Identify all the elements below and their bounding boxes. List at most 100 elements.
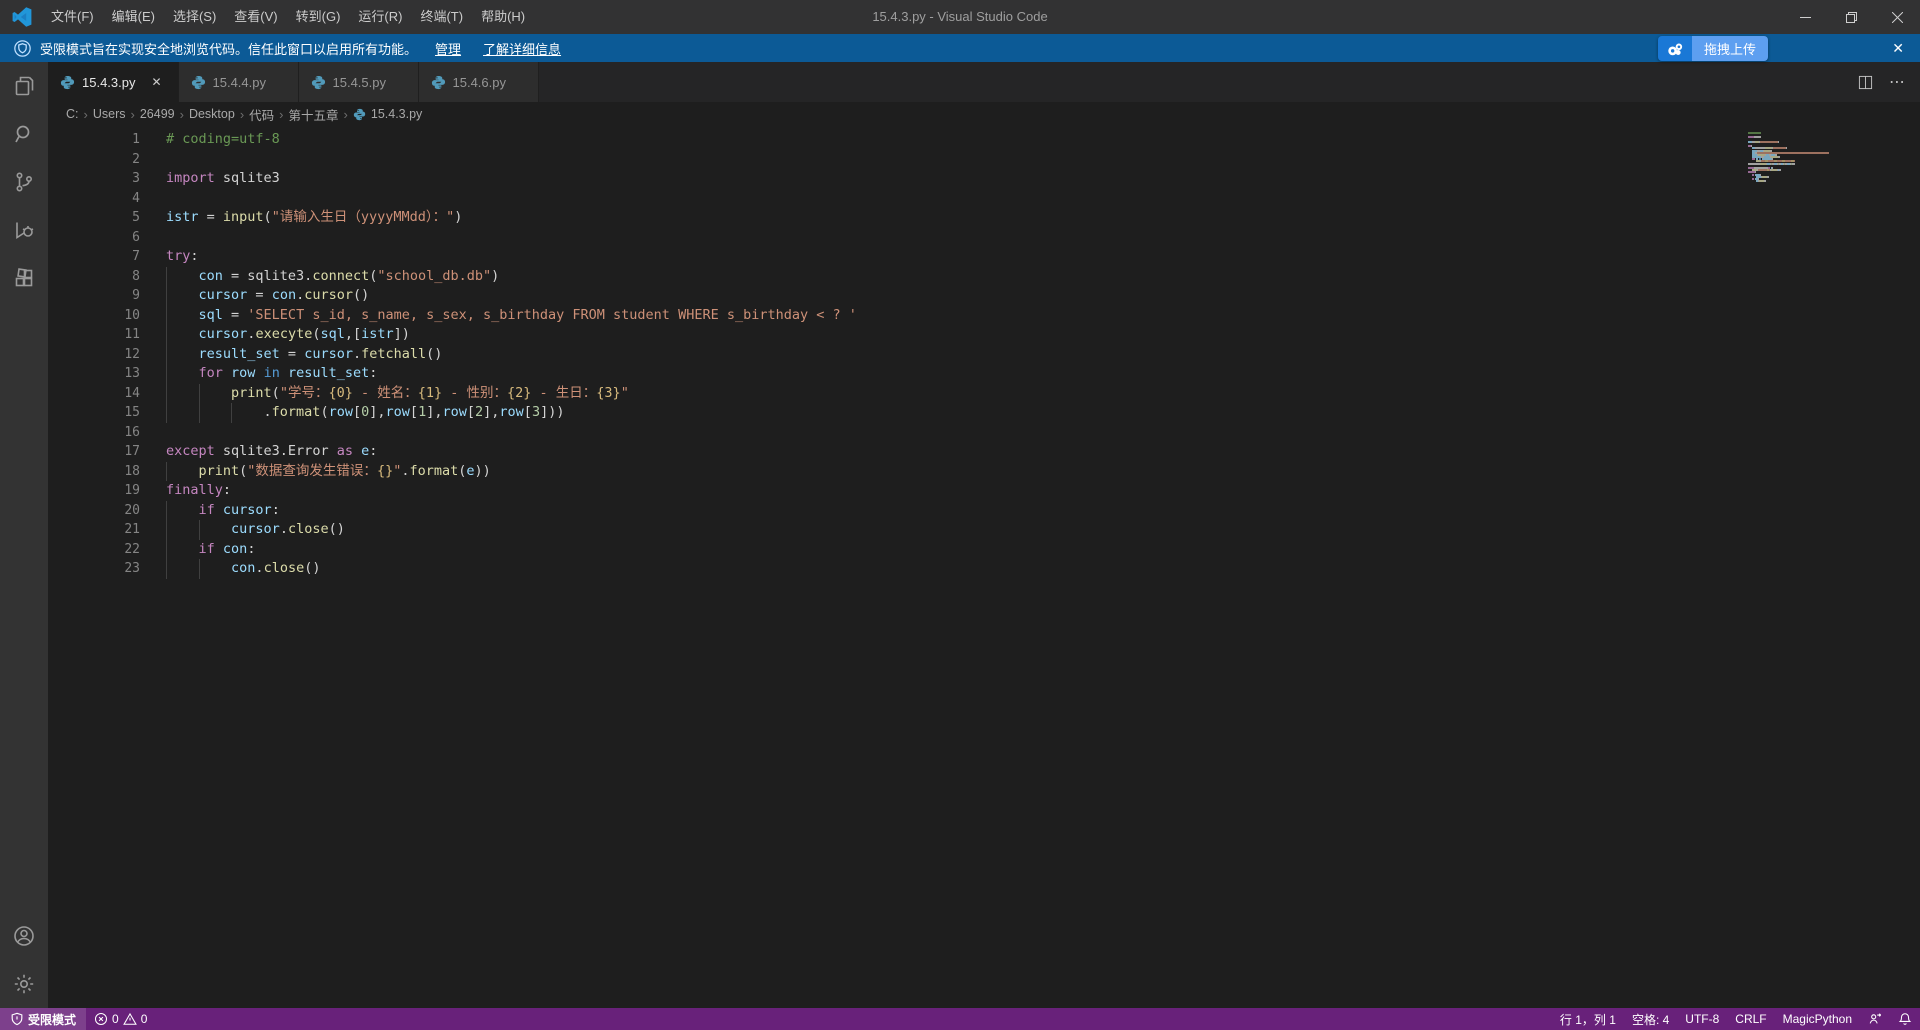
code-line[interactable]: 5 istr = input("请输入生日（yyyyMMdd）：") bbox=[48, 208, 1920, 228]
code-token: {3} bbox=[596, 384, 621, 401]
code-token: cursor bbox=[222, 501, 272, 518]
breadcrumb-separator: › bbox=[279, 106, 284, 122]
tab-close-icon[interactable]: ✕ bbox=[148, 73, 166, 91]
status-encoding[interactable]: UTF-8 bbox=[1677, 1008, 1727, 1030]
code-line[interactable]: 16 bbox=[48, 423, 1920, 443]
banner-close-icon[interactable]: ✕ bbox=[1892, 34, 1904, 62]
minimap-segment bbox=[1748, 180, 1756, 182]
more-actions-icon[interactable]: ⋯ bbox=[1884, 69, 1910, 95]
search-icon[interactable] bbox=[0, 110, 48, 158]
code-line[interactable]: 10 sql = 'SELECT s_id, s_name, s_sex, s_… bbox=[48, 305, 1920, 325]
code-token: () bbox=[426, 345, 443, 362]
drag-upload-button[interactable]: 拖拽上传 bbox=[1658, 36, 1769, 61]
warnings-count: 0 bbox=[140, 1012, 148, 1026]
code-line[interactable]: 18 print("数据查询发生错误：{}".format(e)) bbox=[48, 461, 1920, 481]
code-line[interactable]: 12 result_set = cursor.fetchall() bbox=[48, 344, 1920, 364]
code-line[interactable]: 17 except sqlite3.Error as e: bbox=[48, 442, 1920, 462]
code-token: sql bbox=[198, 306, 223, 323]
code-line[interactable]: 1 # coding=utf-8 bbox=[48, 130, 1920, 150]
banner-learn-more-link[interactable]: 了解详细信息 bbox=[483, 39, 561, 58]
breadcrumb-item[interactable]: 代码 bbox=[249, 105, 274, 124]
code-text: import sqlite3 bbox=[166, 169, 280, 189]
menu-item[interactable]: 编辑(E) bbox=[103, 0, 164, 34]
line-number: 19 bbox=[124, 483, 140, 498]
code-line[interactable]: 11 cursor.execyte(sql,[istr]) bbox=[48, 325, 1920, 345]
line-number: 20 bbox=[124, 502, 140, 518]
menu-item[interactable]: 查看(V) bbox=[225, 0, 286, 34]
menu-item[interactable]: 转到(G) bbox=[287, 0, 350, 34]
status-cursor-position[interactable]: 行 1，列 1 bbox=[1552, 1008, 1624, 1030]
line-number: 11 bbox=[124, 327, 140, 342]
banner-manage-link[interactable]: 管理 bbox=[435, 39, 461, 58]
breadcrumb-item[interactable]: Desktop bbox=[189, 107, 235, 121]
code-token: "数据查询发生错误： bbox=[247, 462, 377, 479]
menu-item[interactable]: 选择(S) bbox=[164, 0, 225, 34]
breadcrumb-item[interactable]: 第十五章 bbox=[289, 105, 339, 124]
code-line[interactable]: 22 if con: bbox=[48, 539, 1920, 559]
settings-gear-icon[interactable] bbox=[0, 960, 48, 1008]
code-line[interactable]: 23 con.close() bbox=[48, 559, 1920, 579]
status-problems[interactable]: 0 0 bbox=[86, 1008, 155, 1030]
breadcrumb-separator: › bbox=[239, 106, 245, 122]
code-line[interactable]: 7 try: bbox=[48, 247, 1920, 267]
source-control-icon[interactable] bbox=[0, 158, 48, 206]
status-indentation[interactable]: 空格: 4 bbox=[1624, 1008, 1677, 1030]
code-line[interactable]: 2 bbox=[48, 150, 1920, 170]
code-line[interactable]: 21 cursor.close() bbox=[48, 520, 1920, 540]
code-editor[interactable]: 1 # coding=utf-8 2 3 import sqlite3 4 5 istr = … bbox=[48, 126, 1920, 1008]
extensions-icon[interactable] bbox=[0, 254, 48, 302]
breadcrumb-item[interactable]: 26499 bbox=[140, 107, 175, 121]
code-line[interactable]: 14 print("学号：{0} - 姓名：{1} - 性别：{2} - 生日：… bbox=[48, 383, 1920, 403]
line-number: 18 bbox=[124, 463, 140, 479]
tab-15.4.5.py[interactable]: 15.4.5.py bbox=[298, 62, 419, 102]
restore-button[interactable] bbox=[1828, 0, 1874, 34]
code-token: = bbox=[247, 287, 272, 303]
tab-15.4.4.py[interactable]: 15.4.4.py bbox=[178, 62, 299, 102]
status-restricted-mode[interactable]: 受限模式 bbox=[0, 1008, 87, 1030]
breadcrumb-label: Desktop bbox=[188, 107, 235, 121]
title-bar: 文件(F) 编辑(E) 选择(S) 查看(V) 转到(G) 运行(R) 终端(T) 帮助(H)… bbox=[0, 0, 1920, 34]
code-token: - 生日： bbox=[531, 384, 597, 401]
code-token: cursor bbox=[198, 287, 248, 303]
account-icon[interactable] bbox=[0, 912, 48, 960]
menu-item[interactable]: 运行(R) bbox=[349, 0, 411, 34]
code-line[interactable]: 19 finally: bbox=[48, 481, 1920, 501]
code-line[interactable]: 4 bbox=[48, 189, 1920, 209]
breadcrumb-item[interactable]: 15.4.3.py bbox=[353, 107, 422, 121]
tab-15.4.3.py[interactable]: 15.4.3.py ✕ bbox=[48, 62, 179, 102]
status-eol[interactable]: CRLF bbox=[1727, 1008, 1774, 1030]
code-line[interactable]: 13 for row in result_set: bbox=[48, 364, 1920, 384]
breadcrumb-item[interactable]: Users bbox=[93, 107, 126, 121]
code-token: cursor bbox=[198, 326, 248, 342]
code-line[interactable]: 8 con = sqlite3.connect("school_db.db") bbox=[48, 266, 1920, 286]
explorer-icon[interactable] bbox=[0, 62, 48, 110]
tab-15.4.6.py[interactable]: 15.4.6.py bbox=[418, 62, 539, 102]
code-line[interactable]: 20 if cursor: bbox=[48, 500, 1920, 520]
minimize-button[interactable] bbox=[1782, 0, 1828, 34]
minimap[interactable] bbox=[1742, 132, 1920, 183]
code-token: ) bbox=[491, 267, 500, 284]
code-line[interactable]: 6 bbox=[48, 228, 1920, 248]
code-line[interactable]: 9 cursor = con.cursor() bbox=[48, 286, 1920, 306]
split-editor-icon[interactable] bbox=[1852, 69, 1878, 95]
breadcrumb-item[interactable]: C: bbox=[66, 107, 79, 121]
code-line[interactable]: 3 import sqlite3 bbox=[48, 169, 1920, 189]
status-language-mode[interactable]: MagicPython bbox=[1775, 1008, 1860, 1030]
menu-item[interactable]: 帮助(H) bbox=[472, 0, 534, 34]
close-window-button[interactable] bbox=[1874, 0, 1920, 34]
indent-guide bbox=[166, 559, 167, 579]
menu-item[interactable]: 终端(T) bbox=[411, 0, 472, 34]
run-debug-icon[interactable] bbox=[0, 206, 48, 254]
code-token: : bbox=[271, 501, 280, 518]
code-token: close bbox=[287, 521, 329, 537]
code-token: print bbox=[231, 384, 272, 401]
code-token: 'SELECT s_id, s_name, s_sex, s_birthday … bbox=[247, 306, 857, 323]
code-line[interactable]: 15 .format(row[0],row[1],row[2],row[3])) bbox=[48, 403, 1920, 423]
menu-item[interactable]: 文件(F) bbox=[42, 0, 103, 34]
feedback-icon[interactable] bbox=[1860, 1008, 1890, 1030]
notifications-bell-icon[interactable] bbox=[1890, 1008, 1920, 1030]
code-token: e bbox=[466, 462, 475, 479]
